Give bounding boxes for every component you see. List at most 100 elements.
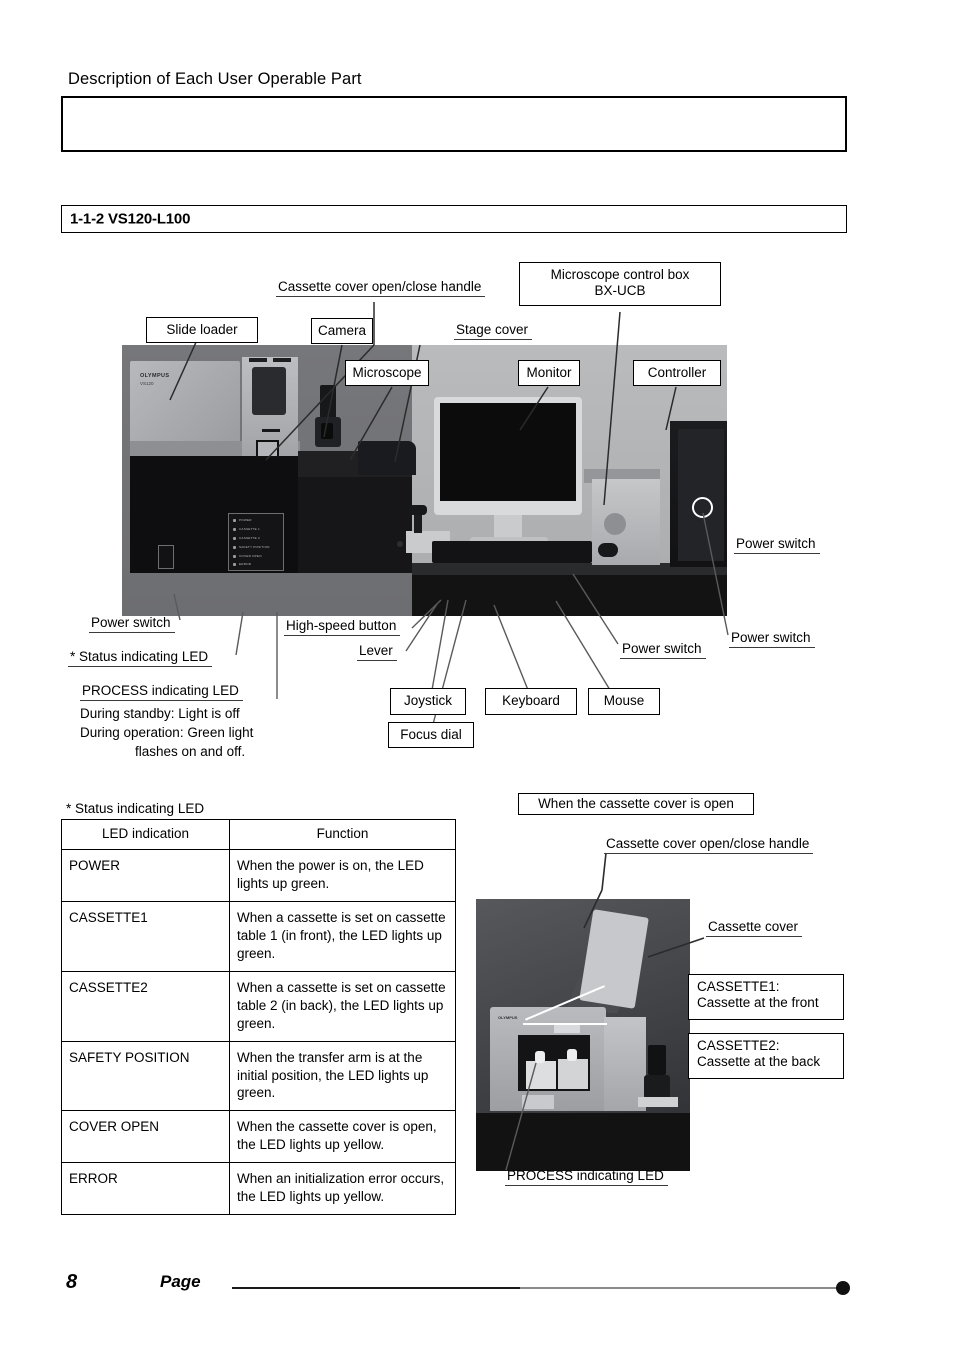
callout-focus-dial: Focus dial <box>388 722 474 748</box>
photo-led-dot <box>233 555 236 558</box>
photo-controller-face <box>678 429 724 561</box>
photo-led-dot <box>233 563 236 566</box>
callout-cassette-cover: Cassette cover <box>706 919 803 938</box>
photo-cassette-bar-right <box>273 358 291 362</box>
callout-joystick: Joystick <box>390 688 466 715</box>
photo-objective-lens <box>321 423 333 439</box>
section-heading-text: 1-1-2 VS120-L100 <box>70 210 191 228</box>
photo-cassette-bar-left <box>249 358 267 362</box>
callout-control-box-line2: BX-UCB <box>594 283 646 299</box>
callout-cassette1-line2: Cassette at the front <box>697 995 819 1011</box>
photo-led-label: POWER <box>239 518 252 522</box>
callout-high-speed-button: High-speed button <box>284 618 401 637</box>
callout-mouse: Mouse <box>588 688 660 715</box>
callout-microscope-text: Microscope <box>352 364 422 380</box>
callout-controller-text: Controller <box>647 364 707 380</box>
cassette-section-title-text: When the cassette cover is open <box>538 795 734 811</box>
photo-led-dot <box>233 528 236 531</box>
callout-power-switch-bxucb: Power switch <box>620 641 706 660</box>
cassette-photo-objective <box>648 1045 666 1075</box>
photo-power-switch-highlight <box>256 440 403 547</box>
cassette-photo-bench <box>476 1113 690 1171</box>
photo-led-label: CASSETTE 1 <box>239 527 260 531</box>
cassette-stack-front <box>526 1061 556 1089</box>
cell-indication: SAFETY POSITION <box>61 1040 230 1112</box>
photo-led-dot <box>233 519 236 522</box>
cell-indication: COVER OPEN <box>61 1110 230 1164</box>
cassette2-white-leader <box>523 1023 607 1025</box>
photo-cover-handle <box>262 429 280 432</box>
callout-camera: Camera <box>311 318 373 344</box>
led-table-caption: * Status indicating LED <box>66 801 205 816</box>
photo-mouse <box>598 543 618 557</box>
callout-power-switch-text: Power switch <box>622 641 702 656</box>
cell-function: When a cassette is set on cassette table… <box>229 970 456 1042</box>
photo-joystick-knob <box>409 505 427 515</box>
callout-monitor-text: Monitor <box>526 364 572 380</box>
table-row: COVER OPEN When the cassette cover is op… <box>61 1110 456 1164</box>
photo-led-dot <box>233 537 236 540</box>
callout-power-switch-text: Power switch <box>736 536 816 551</box>
column-header-function: Function <box>229 819 456 850</box>
led-indication-table: LED indication Function POWER When the p… <box>61 819 456 1216</box>
cell-indication: CASSETTE1 <box>61 900 230 972</box>
photo-led-label: CASSETTE 2 <box>239 536 260 540</box>
callout-power-switch-tower-upper: Power switch <box>734 536 820 555</box>
photo-led-label: SAFETY POSITION <box>239 545 270 549</box>
photo-camera-head <box>320 385 336 419</box>
cell-indication: ERROR <box>61 1162 230 1216</box>
callout-slide-loader: Slide loader <box>146 317 258 343</box>
process-led-note-line1: During standby: Light is off <box>80 706 240 721</box>
cassette-photo-objective-turret <box>644 1075 670 1099</box>
callout-status-indicating-led: * Status indicating LED <box>68 649 213 668</box>
callout-process-led-text: PROCESS indicating LED <box>82 683 239 698</box>
photo-status-led-panel: POWER CASSETTE 1 CASSETTE 2 SAFETY POSIT… <box>228 513 284 571</box>
table-row: ERROR When an initialization error occur… <box>61 1162 456 1216</box>
table-row: POWER When the power is on, the LED ligh… <box>61 848 456 902</box>
callout-power-switch-loader: Power switch <box>89 615 175 634</box>
callout-lever-text: Lever <box>359 643 393 658</box>
cell-function: When the cassette cover is open, the LED… <box>229 1110 456 1164</box>
callout-stage-cover: Stage cover <box>454 322 533 341</box>
photo-process-led-highlight <box>158 545 174 569</box>
callout-cassette1: CASSETTE1: Cassette at the front <box>688 974 844 1020</box>
callout-cassette-cover-text: Cassette cover <box>708 919 799 934</box>
photo-led-label: COVER OPEN <box>239 554 262 558</box>
callout-process-indicating-led: PROCESS indicating LED <box>80 683 243 702</box>
callout-power-switch-tower: Power switch <box>729 630 815 649</box>
callout-high-speed-button-text: High-speed button <box>286 618 397 633</box>
callout-cassette1-line1: CASSETTE1: <box>697 979 780 994</box>
callout-power-switch-text: Power switch <box>91 615 171 630</box>
photo-olympus-logo: OLYMPUS <box>140 373 170 379</box>
cell-indication: CASSETTE2 <box>61 970 230 1042</box>
callout-monitor: Monitor <box>518 360 580 386</box>
process-led-note-line3: flashes on and off. <box>135 744 246 759</box>
page-title: Description of Each User Operable Part <box>68 70 362 88</box>
photo-led-dot <box>233 546 236 549</box>
cassette-knob-back <box>567 1049 577 1061</box>
footer-page-word: Page <box>160 1272 201 1291</box>
callout-power-switch-text: Power switch <box>731 630 811 645</box>
photo-led-label: ERROR <box>239 562 252 566</box>
table-row: SAFETY POSITION When the transfer arm is… <box>61 1040 456 1112</box>
cassette-section-title: When the cassette cover is open <box>518 793 754 815</box>
photo-model-text: VS120 <box>140 381 154 386</box>
callout-microscope-control-box: Microscope control box BX-UCB <box>519 262 721 306</box>
cassette-stack-back <box>558 1059 588 1089</box>
header-note-box <box>61 96 847 152</box>
footer-page-number: 8 <box>66 1271 78 1293</box>
photo-keyboard <box>432 541 592 563</box>
callout-cassette-handle-text: Cassette cover open/close handle <box>606 836 810 851</box>
callout-cassette-cover-handle-2: Cassette cover open/close handle <box>604 836 814 855</box>
footer-rule-dark <box>232 1287 522 1290</box>
callout-microscope: Microscope <box>345 360 429 386</box>
callout-process-led-cassette-text: PROCESS indicating LED <box>507 1168 664 1183</box>
callout-control-box-line1: Microscope control box <box>550 267 690 282</box>
callout-lever: Lever <box>357 643 397 662</box>
cell-function: When the transfer arm is at the initial … <box>229 1040 456 1112</box>
callout-cassette2-line1: CASSETTE2: <box>697 1038 780 1053</box>
callout-keyboard: Keyboard <box>485 688 577 715</box>
photo-monitor-screen <box>440 403 576 501</box>
footer-dot <box>836 1281 850 1295</box>
callout-joystick-text: Joystick <box>403 693 452 709</box>
